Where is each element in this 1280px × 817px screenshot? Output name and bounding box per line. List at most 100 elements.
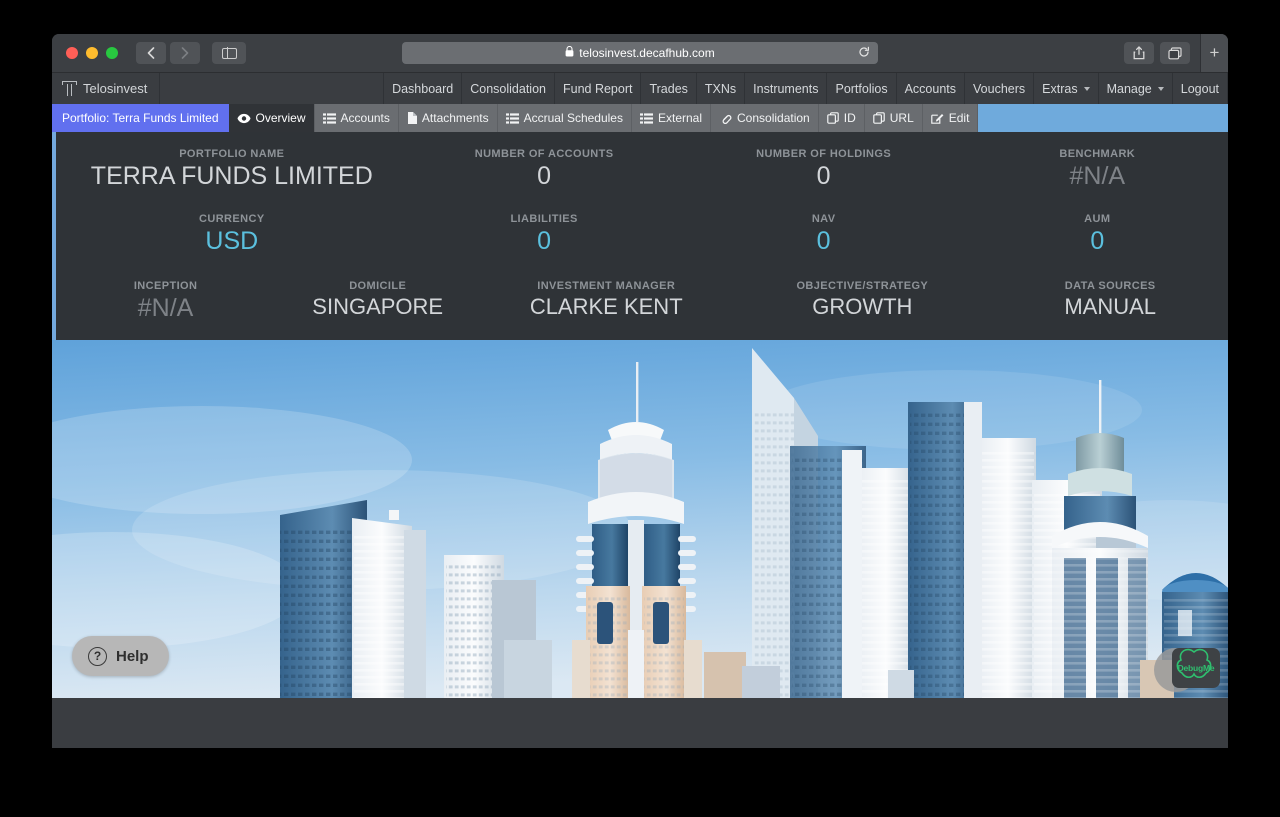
stat-liabilities: Liabilities 0 [408, 213, 681, 256]
nav-item-trades[interactable]: Trades [640, 73, 695, 104]
pencil-icon [930, 112, 944, 124]
nav-label: Accounts [904, 81, 957, 96]
stat-value: 0 [537, 226, 552, 255]
stat-label: Inception [133, 279, 198, 292]
stat-label: NAV [811, 212, 836, 225]
link-icon [719, 112, 732, 124]
stat-label: Data Sources [1064, 279, 1156, 292]
tab-attachments[interactable]: Attachments [398, 104, 498, 132]
tab-label: Accounts [340, 111, 390, 125]
nav-label: Fund Report [562, 81, 633, 96]
stat-value: #N/A [137, 293, 194, 322]
reload-icon[interactable] [858, 46, 870, 60]
chevron-down-icon [1157, 86, 1164, 91]
minimize-window-button[interactable] [86, 47, 98, 59]
stat-number-of-holdings: Number of Holdings 0 [681, 148, 967, 191]
navigation-buttons[interactable] [136, 42, 200, 64]
stat-label: Liabilities [510, 212, 578, 225]
summary-row-3: Inception #N/A Domicile SINGAPORE Invest… [56, 280, 1228, 323]
lock-icon [565, 45, 574, 60]
portfolio-title-chip[interactable]: Portfolio: Terra Funds Limited [52, 104, 229, 132]
app-nav-links: Dashboard Consolidation Fund Report Trad… [383, 73, 1228, 104]
forward-chevron-icon[interactable] [170, 42, 200, 64]
tab-id[interactable]: ID [818, 104, 865, 132]
stat-value: #N/A [1069, 162, 1126, 190]
nav-item-vouchers[interactable]: Vouchers [964, 73, 1033, 104]
browser-window: telosinvest.decafhub.com + Telosinvest D… [52, 34, 1228, 748]
tab-accrual-schedules[interactable]: Accrual Schedules [497, 104, 632, 132]
tab-overview[interactable]: Overview [228, 104, 315, 132]
list-icon [639, 112, 653, 124]
tab-edit[interactable]: Edit [922, 104, 979, 132]
debugme-widget[interactable]: DebugMe [1172, 648, 1220, 689]
nav-label: Portfolios [835, 81, 888, 96]
nav-item-fund-report[interactable]: Fund Report [553, 73, 640, 104]
nav-label: Extras [1042, 81, 1078, 96]
nav-item-consolidation[interactable]: Consolidation [461, 73, 554, 104]
summary-row-1: Portfolio Name TERRA FUNDS LIMITED Numbe… [56, 148, 1228, 191]
nav-item-instruments[interactable]: Instruments [744, 73, 826, 104]
tab-accounts[interactable]: Accounts [314, 104, 399, 132]
tab-label: URL [889, 111, 914, 125]
sidebar-toggle-icon[interactable] [212, 42, 246, 64]
city-skyline-photo: ? Help DebugMe [52, 340, 1228, 699]
share-icon[interactable] [1124, 42, 1154, 64]
brand-label: Telosinvest [83, 81, 148, 96]
app-logo[interactable]: Telosinvest [52, 73, 161, 104]
stat-inception: Inception #N/A [56, 280, 275, 323]
help-button[interactable]: ? Help [72, 636, 169, 677]
nav-item-manage[interactable]: Manage [1097, 73, 1172, 104]
stat-value: 0 [537, 162, 552, 190]
address-bar[interactable]: telosinvest.decafhub.com [402, 42, 878, 64]
stat-label: Benchmark [1059, 148, 1136, 160]
nav-item-dashboard[interactable]: Dashboard [383, 73, 461, 104]
stat-label: Number of Accounts [474, 148, 614, 160]
stat-investment-manager: Investment Manager CLARKE KENT [480, 280, 732, 323]
nav-item-txns[interactable]: TXNs [695, 73, 744, 104]
back-chevron-icon[interactable] [136, 42, 166, 64]
nav-label: TXNs [704, 81, 737, 96]
nav-item-extras[interactable]: Extras [1033, 73, 1097, 104]
list-icon [505, 112, 519, 124]
stat-objective-strategy: Objective/Strategy GROWTH [732, 280, 992, 323]
nav-label: Instruments [753, 81, 819, 96]
copy-icon [826, 112, 839, 124]
new-tab-button[interactable]: + [1200, 34, 1228, 72]
tab-label: Overview [255, 111, 306, 125]
debugme-label: DebugMe [1177, 663, 1215, 674]
tab-url[interactable]: URL [864, 104, 923, 132]
stat-label: Investment Manager [537, 279, 676, 292]
nav-label: Vouchers [973, 81, 1026, 96]
file-icon [407, 112, 417, 124]
skyline-illustration [52, 340, 1228, 699]
chevron-down-icon [1083, 86, 1090, 91]
stat-benchmark: Benchmark #N/A [967, 148, 1228, 191]
maximize-window-button[interactable] [106, 47, 118, 59]
stat-value: SINGAPORE [312, 293, 444, 319]
tab-label: Edit [948, 111, 970, 125]
tab-consolidation[interactable]: Consolidation [711, 104, 819, 132]
summary-row-2: Currency USD Liabilities 0 NAV 0 AUM 0 [56, 213, 1228, 256]
nav-item-logout[interactable]: Logout [1171, 73, 1228, 104]
tab-external[interactable]: External [631, 104, 712, 132]
stat-value: TERRA FUNDS LIMITED [90, 162, 373, 190]
list-icon [322, 112, 336, 124]
nav-item-accounts[interactable]: Accounts [895, 73, 964, 104]
tab-label: External [657, 111, 703, 125]
nav-item-portfolios[interactable]: Portfolios [826, 73, 895, 104]
stat-number-of-accounts: Number of Accounts 0 [408, 148, 681, 191]
desktop-background: telosinvest.decafhub.com + Telosinvest D… [0, 0, 1280, 817]
window-controls[interactable] [66, 47, 118, 59]
close-window-button[interactable] [66, 47, 78, 59]
stat-portfolio-name: Portfolio Name TERRA FUNDS LIMITED [56, 148, 408, 191]
stat-value: 0 [816, 226, 831, 255]
stat-label: Currency [199, 212, 265, 225]
question-circle-icon: ? [88, 646, 107, 666]
stat-label: Number of Holdings [756, 148, 892, 160]
tab-label: ID [843, 111, 856, 125]
telosinvest-logo-icon [62, 81, 77, 96]
toolbar-right-buttons[interactable]: + [1124, 34, 1228, 72]
nav-label: Logout [1180, 81, 1219, 96]
copy-icon [872, 112, 885, 124]
tabs-overview-icon[interactable] [1160, 42, 1190, 64]
